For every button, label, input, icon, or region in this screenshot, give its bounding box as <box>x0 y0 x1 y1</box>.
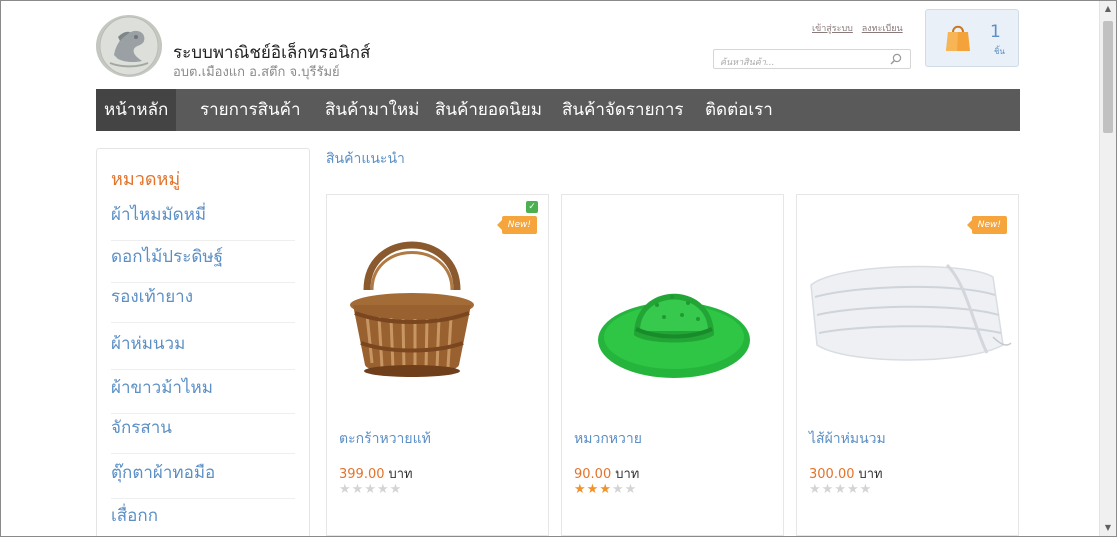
register-link[interactable]: ลงทะเบียน <box>862 24 903 34</box>
scrollbar-thumb[interactable] <box>1103 21 1113 133</box>
star-icon[interactable]: ★ <box>587 482 600 497</box>
star-icon[interactable]: ★ <box>809 482 822 497</box>
star-icon[interactable]: ★ <box>860 482 873 497</box>
white-comforter-image[interactable] <box>797 225 1018 405</box>
price-currency: บาท <box>388 467 413 482</box>
category-item-silk-loincloth[interactable]: ผ้าขาวม้าไหม <box>111 374 295 414</box>
star-icon[interactable]: ★ <box>339 482 352 497</box>
product-name[interactable]: ตะกร้าหวายแท้ <box>339 428 431 450</box>
check-icon: ✓ <box>526 201 538 213</box>
search-input[interactable] <box>714 54 884 72</box>
star-rating[interactable]: ★★★★★ <box>574 482 637 497</box>
star-icon[interactable]: ★ <box>834 482 847 497</box>
star-icon[interactable]: ★ <box>390 482 403 497</box>
account-links: เข้าสู่ระบบ ลงทะเบียน <box>812 21 909 35</box>
category-sidebar: หมวดหมู่ ผ้าไหมมัดหมี่ ดอกไม้ประดิษฐ์ รอ… <box>96 148 310 536</box>
product-card[interactable]: New! ไส้ผ้าห่มนวม 300.00 บาท ★★★★★ <box>796 194 1019 536</box>
featured-section-title: สินค้าแนะนำ <box>326 151 405 167</box>
cart-unit: ชิ้น <box>994 47 1005 56</box>
category-item-silk[interactable]: ผ้าไหมมัดหมี่ <box>111 201 295 241</box>
product-name[interactable]: ไส้ผ้าห่มนวม <box>809 428 886 450</box>
rattan-basket-image[interactable] <box>327 225 548 405</box>
product-price: 399.00 บาท <box>339 463 413 484</box>
main-nav: หน้าหลัก รายการสินค้า สินค้ามาใหม่ สินค้… <box>96 89 1020 131</box>
category-item-comforter[interactable]: ผ้าห่มนวม <box>111 330 295 370</box>
star-icon[interactable]: ★ <box>822 482 835 497</box>
category-item-wickerwork[interactable]: จักรสาน <box>111 414 295 454</box>
nav-home[interactable]: หน้าหลัก <box>96 89 177 131</box>
star-icon[interactable]: ★ <box>574 482 587 497</box>
price-value: 399.00 <box>339 467 385 482</box>
scroll-down-arrow-icon[interactable]: ▼ <box>1100 520 1116 536</box>
nav-contact[interactable]: ติดต่อเรา <box>705 89 773 131</box>
category-item-reed-mat[interactable]: เสื่อกก <box>111 502 295 536</box>
scroll-up-arrow-icon[interactable]: ▲ <box>1100 1 1116 17</box>
star-icon[interactable]: ★ <box>377 482 390 497</box>
seal-logo-icon[interactable] <box>96 15 162 77</box>
price-value: 300.00 <box>809 467 855 482</box>
product-price: 300.00 บาท <box>809 463 883 484</box>
star-rating[interactable]: ★★★★★ <box>339 482 402 497</box>
site-subtitle: อบต.เมืองแก อ.สตึก จ.บุรีรัมย์ <box>173 65 340 80</box>
category-item-woven-dolls[interactable]: ตุ๊กตาผ้าทอมือ <box>111 459 295 499</box>
search-icon[interactable] <box>890 53 902 65</box>
product-card[interactable]: หมวกหวาย 90.00 บาท ★★★★★ <box>561 194 784 536</box>
vertical-scrollbar[interactable]: ▲ ▼ <box>1099 1 1116 536</box>
product-price: 90.00 บาท <box>574 463 639 484</box>
star-icon[interactable]: ★ <box>847 482 860 497</box>
star-icon[interactable]: ★ <box>364 482 377 497</box>
price-currency: บาท <box>858 467 883 482</box>
category-heading: หมวดหมู่ <box>111 169 181 190</box>
nav-new-products[interactable]: สินค้ามาใหม่ <box>325 89 419 131</box>
product-name[interactable]: หมวกหวาย <box>574 428 642 450</box>
cart-summary[interactable]: 1 ชิ้น <box>925 9 1019 67</box>
star-icon[interactable]: ★ <box>352 482 365 497</box>
login-link[interactable]: เข้าสู่ระบบ <box>812 24 853 34</box>
nav-popular-products[interactable]: สินค้ายอดนิยม <box>435 89 542 131</box>
nav-products[interactable]: รายการสินค้า <box>200 89 301 131</box>
green-straw-hat-image[interactable] <box>562 225 783 405</box>
star-icon[interactable]: ★ <box>612 482 625 497</box>
star-icon[interactable]: ★ <box>599 482 612 497</box>
price-value: 90.00 <box>574 467 612 482</box>
shopping-bag-icon <box>946 25 970 51</box>
star-icon[interactable]: ★ <box>625 482 638 497</box>
product-card[interactable]: ✓ New! ตะกร้าหวายแท้ 399.00 บาท ★★★★★ <box>326 194 549 536</box>
nav-promotions[interactable]: สินค้าจัดรายการ <box>562 89 684 131</box>
price-currency: บาท <box>615 467 640 482</box>
search-box <box>713 49 911 72</box>
cart-count: 1 <box>990 22 1001 42</box>
star-rating[interactable]: ★★★★★ <box>809 482 872 497</box>
category-item-rubber-shoes[interactable]: รองเท้ายาง <box>111 283 295 323</box>
browser-viewport: ระบบพาณิชย์อิเล็กทรอนิกส์ อบต.เมืองแก อ.… <box>0 0 1117 537</box>
category-item-artificial-flowers[interactable]: ดอกไม้ประดิษฐ์ <box>111 243 295 283</box>
